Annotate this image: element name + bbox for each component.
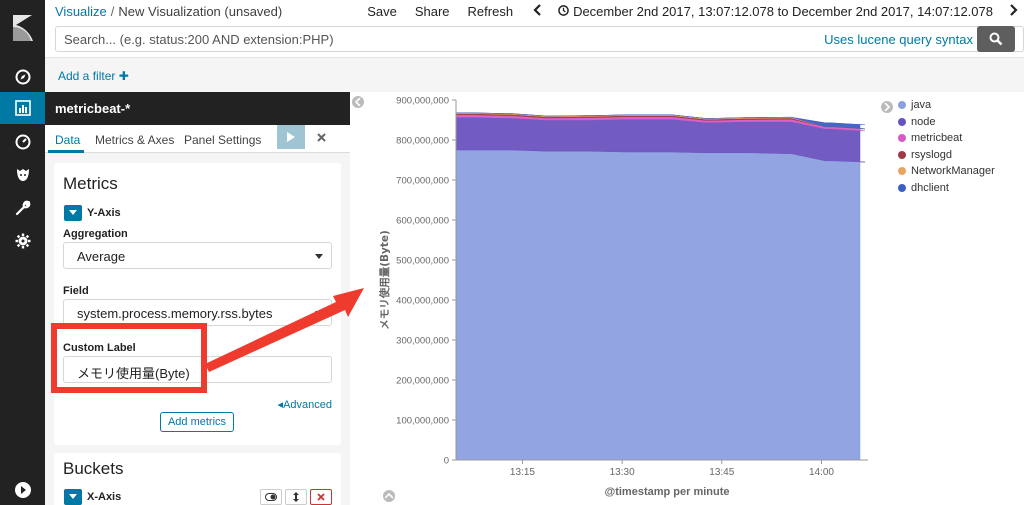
annotation-arrow <box>205 288 364 372</box>
red-arrow <box>205 288 364 372</box>
kibana-app: Visualize / New Visualization (unsaved) Sa… <box>0 0 1024 505</box>
